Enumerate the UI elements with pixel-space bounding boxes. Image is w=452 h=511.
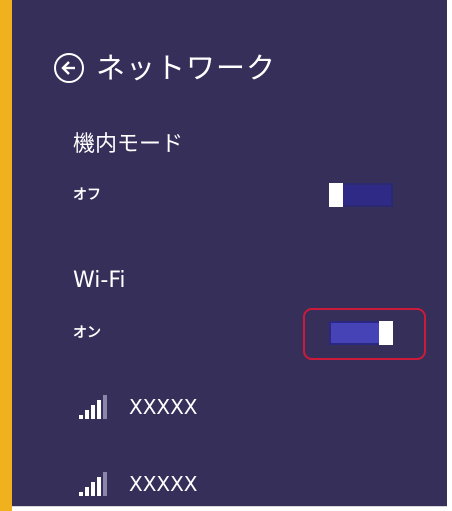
- wifi-state: オン: [73, 325, 101, 341]
- network-item[interactable]: XXXXX: [79, 468, 198, 496]
- airplane-mode-label: 機内モード: [73, 132, 184, 157]
- toggle-thumb: [329, 183, 343, 207]
- wifi-toggle-highlight: [303, 308, 426, 360]
- back-arrow-circle-icon[interactable]: [54, 53, 84, 83]
- network-name: XXXXX: [129, 395, 198, 419]
- airplane-mode-toggle[interactable]: [329, 183, 393, 207]
- panel-header: ネットワーク: [54, 50, 276, 86]
- network-name: XXXXX: [129, 472, 198, 496]
- accent-strip: [0, 0, 12, 511]
- wifi-signal-icon: [79, 395, 117, 419]
- wifi-label: Wi-Fi: [73, 268, 126, 293]
- network-item[interactable]: XXXXX: [79, 391, 198, 419]
- page-title: ネットワーク: [96, 50, 277, 85]
- network-settings-frame: ネットワーク 機内モード オフ Wi-Fi オン XXXXX XXXXX: [0, 0, 452, 511]
- airplane-mode-state: オフ: [73, 187, 101, 203]
- wifi-signal-icon: [79, 472, 117, 496]
